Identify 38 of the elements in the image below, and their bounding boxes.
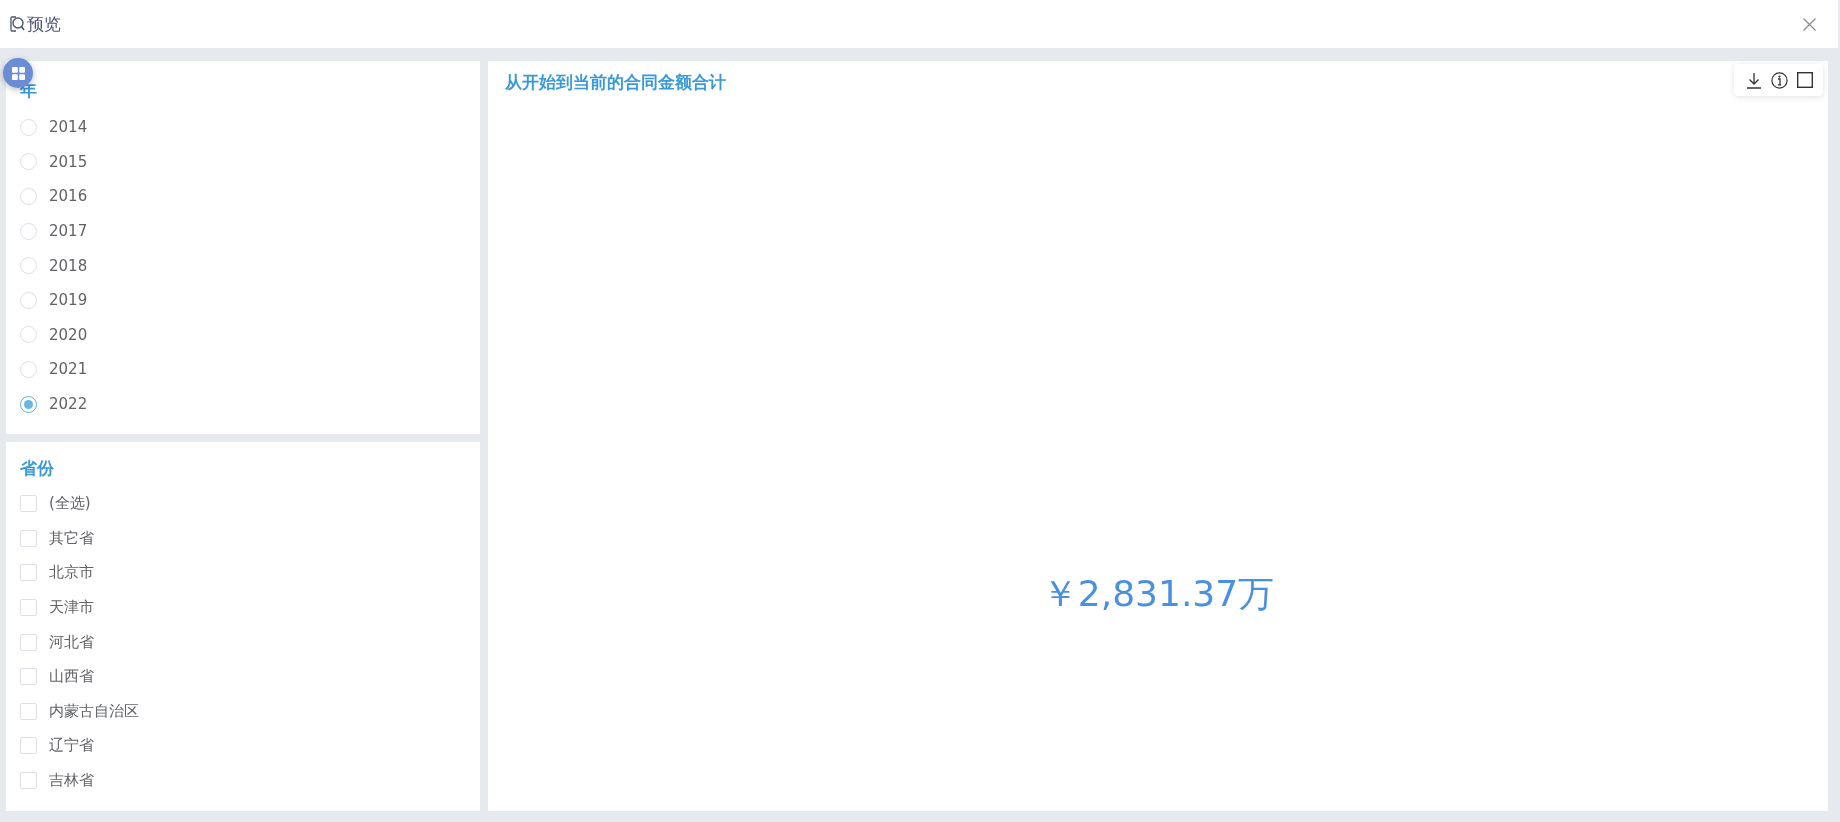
option-label[interactable]: 2020 [49,325,88,344]
option-label[interactable]: 天津市 [49,598,94,618]
option-label[interactable]: 其它省 [49,528,94,548]
grid-icon [11,66,25,80]
option-label[interactable]: 2015 [49,152,88,171]
filter-title: 省份 [20,456,54,480]
option-label[interactable]: 吉林省 [49,771,94,791]
option-label[interactable]: 2017 [49,222,88,241]
checkbox[interactable] [20,668,37,686]
window-title: 预览 [27,12,61,36]
checkbox[interactable] [20,495,37,513]
option-label[interactable]: 2018 [49,256,88,275]
checkbox[interactable] [20,702,37,720]
magnifier-icon [10,16,25,32]
square-icon[interactable] [1797,72,1813,88]
checkbox[interactable] [20,772,37,790]
option-label[interactable]: 山西省 [49,667,94,687]
option-label[interactable]: 北京市 [49,563,94,583]
option-label[interactable]: 2022 [49,395,88,414]
checkbox[interactable] [20,633,37,651]
total-value: ￥2,831.37万 [1041,572,1275,616]
checkbox[interactable] [20,529,37,547]
checkbox[interactable] [20,564,37,582]
checkbox[interactable] [20,599,37,617]
card-title: 从开始到当前的合同金额合计 [505,71,726,93]
checkbox[interactable] [20,737,37,755]
option-label[interactable]: 2019 [49,291,88,310]
option-label[interactable]: 2014 [49,118,88,137]
option-label[interactable]: 辽宁省 [49,736,94,756]
option-label[interactable]: 2021 [49,360,88,379]
option-label[interactable]: (全选) [49,494,91,514]
radio-button[interactable] [20,395,37,413]
close-icon[interactable] [1803,17,1816,31]
option-label[interactable]: 2016 [49,187,88,206]
option-label[interactable]: 河北省 [49,632,94,652]
option-label[interactable]: 内蒙古自治区 [49,701,139,721]
info-icon[interactable] [1771,71,1788,89]
download-icon[interactable] [1746,71,1762,89]
